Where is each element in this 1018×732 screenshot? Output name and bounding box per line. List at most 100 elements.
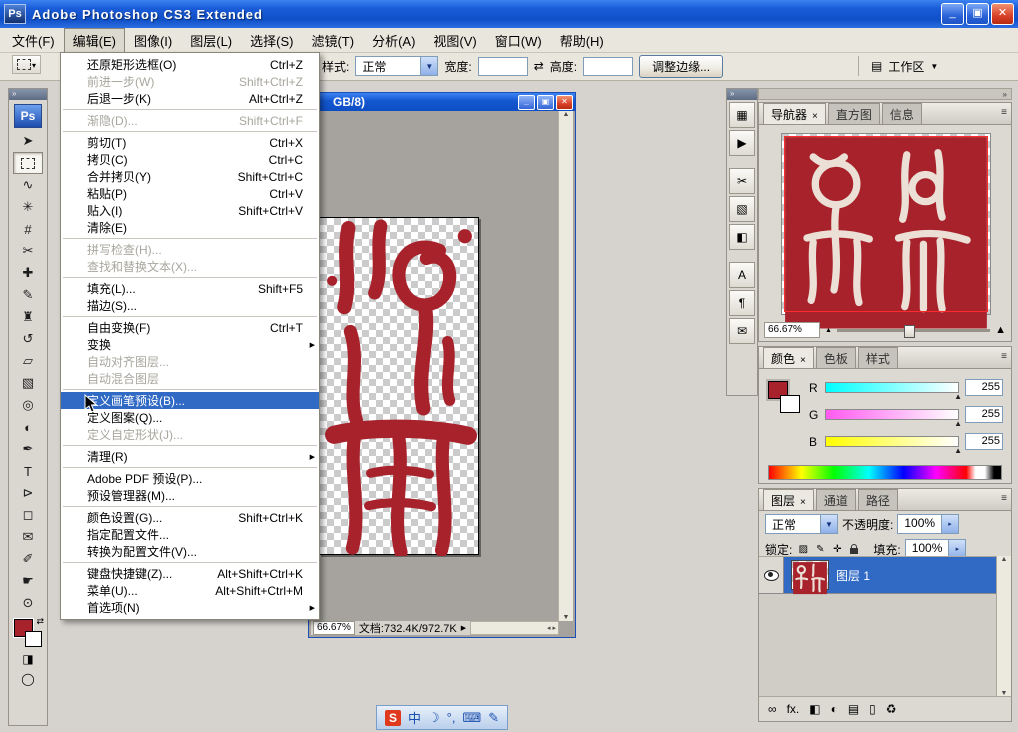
edit-menu-item[interactable]: 合并拷贝(Y)Shift+Ctrl+C	[61, 168, 319, 185]
menubar-item-7[interactable]: 视图(V)	[424, 28, 485, 53]
status-menu-arrow-icon[interactable]: ▶	[461, 624, 466, 632]
tab-close-icon[interactable]: ×	[812, 111, 818, 122]
navigator-proxy-view[interactable]	[784, 136, 988, 312]
zoom-slider-thumb[interactable]	[904, 325, 915, 338]
zoom-tool[interactable]: ⊙	[13, 592, 43, 614]
close-button[interactable]: ✕	[991, 3, 1014, 25]
height-input[interactable]	[583, 57, 633, 76]
pen-tool[interactable]: ✒	[13, 438, 43, 460]
tab-close-icon[interactable]: ×	[800, 497, 806, 508]
minimize-button[interactable]: _	[941, 3, 964, 25]
ime-logo-icon[interactable]: S	[385, 710, 401, 726]
workspace-caret-icon[interactable]: ▼	[930, 62, 938, 71]
lasso-tool[interactable]: ∿	[13, 174, 43, 196]
channel-slider[interactable]: ▲	[825, 409, 959, 420]
tab-info[interactable]: 信息	[882, 103, 922, 124]
tab-styles[interactable]: 样式	[858, 347, 898, 368]
color-panel-menu-icon[interactable]: ≡	[1001, 351, 1007, 362]
tab-color[interactable]: 颜色×	[763, 347, 814, 368]
lock-pixels-icon[interactable]: ✎	[813, 542, 827, 556]
restore-button[interactable]: ▣	[966, 3, 989, 25]
doc-minimize-button[interactable]: _	[518, 95, 535, 110]
edit-menu-item[interactable]: 描边(S)...	[61, 297, 319, 314]
edit-menu-item[interactable]: 预设管理器(M)...	[61, 487, 319, 504]
channel-slider-thumb-icon[interactable]: ▲	[954, 392, 962, 401]
tab-histogram[interactable]: 直方图	[828, 103, 880, 124]
layers-scrollbar[interactable]: ▲ ▼	[996, 556, 1011, 697]
edit-menu-item[interactable]: 粘贴(P)Ctrl+V	[61, 185, 319, 202]
zoom-out-icon[interactable]: ▲	[825, 327, 832, 334]
scroll-down-icon[interactable]: ▼	[563, 614, 570, 621]
clone-stamp-tool[interactable]: ♜	[13, 306, 43, 328]
dock-notes-icon[interactable]: ✉	[729, 318, 755, 344]
gradient-tool[interactable]: ▧	[13, 372, 43, 394]
opacity-field[interactable]: 100% ▸	[897, 514, 959, 534]
swap-dimensions-icon[interactable]: ⇄	[534, 59, 544, 73]
layers-panel-menu-icon[interactable]: ≡	[1001, 493, 1007, 504]
blend-mode-select[interactable]: 正常 ▼	[765, 514, 838, 534]
width-input[interactable]	[478, 57, 528, 76]
punctuation-icon[interactable]: °,	[447, 710, 456, 725]
document-horizontal-scrollbar[interactable]: ◂ ▸	[470, 621, 559, 635]
workspace-label[interactable]: 工作区	[888, 58, 924, 75]
adjustment-layer-icon[interactable]: ◐	[831, 702, 838, 716]
tab-navigator[interactable]: 导航器×	[763, 103, 826, 124]
edit-menu-item[interactable]: 拷贝(C)Ctrl+C	[61, 151, 319, 168]
canvas[interactable]	[319, 217, 479, 555]
healing-brush-tool[interactable]: ✚	[13, 262, 43, 284]
scroll-right-icon[interactable]: ▸	[552, 624, 556, 632]
edit-menu-item[interactable]: 后退一步(K)Alt+Ctrl+Z	[61, 90, 319, 107]
softkeyboard-icon[interactable]: ⌨	[462, 710, 481, 726]
menubar-item-5[interactable]: 滤镜(T)	[302, 28, 363, 53]
eraser-tool[interactable]: ▱	[13, 350, 43, 372]
channel-value-field[interactable]: 255	[965, 379, 1003, 396]
ime-tools-icon[interactable]: ✎	[488, 710, 499, 726]
channel-slider-thumb-icon[interactable]: ▲	[954, 446, 962, 455]
navigator-thumbnail[interactable]	[781, 133, 991, 315]
lock-transparency-icon[interactable]: ▨	[796, 542, 810, 556]
document-zoom-field[interactable]: 66.67%	[313, 621, 355, 635]
new-layer-icon[interactable]: ▯	[869, 702, 876, 716]
menubar-item-0[interactable]: 文件(F)	[3, 28, 64, 53]
background-color-well[interactable]	[780, 395, 800, 413]
lock-all-icon[interactable]	[847, 542, 861, 556]
tab-paths[interactable]: 路径	[858, 489, 898, 510]
doc-restore-button[interactable]: ▣	[537, 95, 554, 110]
dock-clone-source-icon[interactable]: ✂	[729, 168, 755, 194]
blend-dropdown-arrow-icon[interactable]: ▼	[820, 515, 837, 533]
menubar-item-9[interactable]: 帮助(H)	[551, 28, 613, 53]
edit-menu-item[interactable]: 变换▶	[61, 336, 319, 353]
dropdown-arrow-icon[interactable]: ▼	[420, 57, 437, 75]
navigator-panel-menu-icon[interactable]: ≡	[1001, 107, 1007, 118]
dock-brushes-icon[interactable]: ▦	[729, 102, 755, 128]
edit-menu-item[interactable]: 清除(E)	[61, 219, 319, 236]
dock-tool-presets-icon[interactable]: ▶	[729, 130, 755, 156]
navigator-zoom-slider[interactable]	[837, 329, 990, 332]
link-layers-icon[interactable]: ∞	[768, 702, 777, 716]
menubar-item-3[interactable]: 图层(L)	[181, 28, 241, 53]
tab-swatches[interactable]: 色板	[816, 347, 856, 368]
history-brush-tool[interactable]: ↺	[13, 328, 43, 350]
style-select[interactable]: 正常 ▼	[355, 56, 438, 76]
chinese-mode-icon[interactable]: 中	[408, 708, 421, 727]
dodge-tool[interactable]: ◐	[13, 416, 43, 438]
edit-menu-item[interactable]: 颜色设置(G)...Shift+Ctrl+K	[61, 509, 319, 526]
edit-menu-item[interactable]: 贴入(I)Shift+Ctrl+V	[61, 202, 319, 219]
channel-slider[interactable]: ▲	[825, 436, 959, 447]
toolbar-grip[interactable]: »	[9, 89, 47, 100]
shape-tool[interactable]: ◻	[13, 504, 43, 526]
doc-close-button[interactable]: ✕	[556, 95, 573, 110]
channel-slider[interactable]: ▲	[825, 382, 959, 393]
menubar-item-6[interactable]: 分析(A)	[363, 28, 424, 53]
type-tool[interactable]: T	[13, 460, 43, 482]
magic-wand-tool[interactable]: ✳	[13, 196, 43, 218]
tab-channels[interactable]: 通道	[816, 489, 856, 510]
navigator-zoom-field[interactable]: 66.67%	[764, 322, 820, 338]
layer-visibility-toggle[interactable]	[759, 557, 784, 593]
color-spectrum-ramp[interactable]	[768, 465, 1002, 480]
eyedropper-tool[interactable]: ✐	[13, 548, 43, 570]
opacity-arrow-icon[interactable]: ▸	[941, 515, 958, 533]
layers-scroll-up-icon[interactable]: ▲	[1001, 556, 1008, 563]
edit-menu-item[interactable]: 剪切(T)Ctrl+X	[61, 134, 319, 151]
window-titlebar[interactable]: Ps Adobe Photoshop CS3 Extended _▣✕	[0, 0, 1018, 28]
